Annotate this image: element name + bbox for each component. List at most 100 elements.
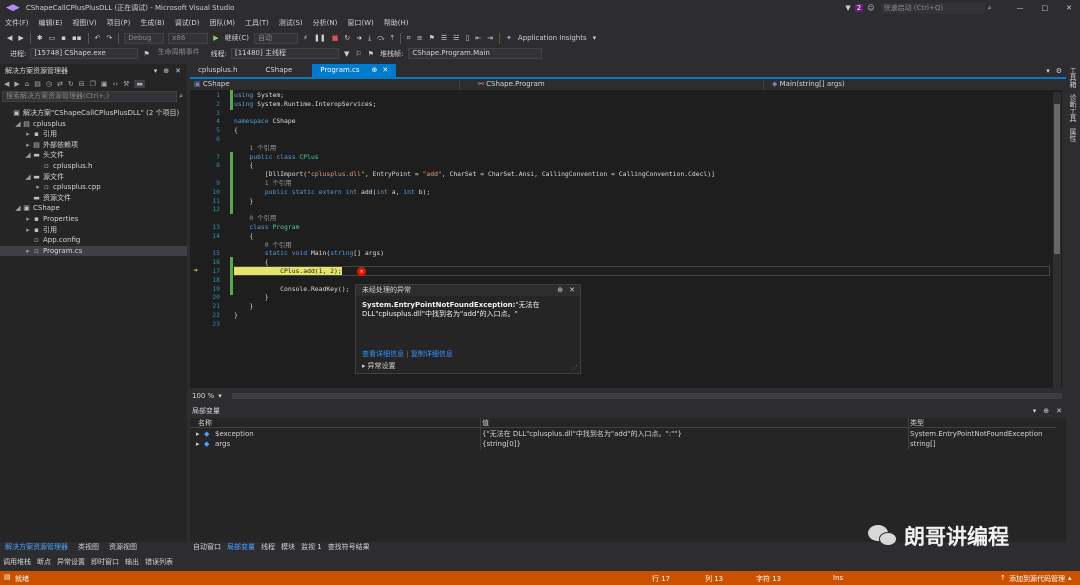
- sync-icon[interactable]: ⇄: [57, 80, 63, 88]
- lifecycle-select[interactable]: 生命周期事件: [155, 48, 207, 59]
- col-name[interactable]: 名称: [198, 418, 212, 428]
- expand-icon[interactable]: ▸: [24, 246, 32, 257]
- col-type[interactable]: 类型: [910, 418, 924, 428]
- diagnostic-tools-tab[interactable]: 诊断工具: [1068, 94, 1078, 122]
- flag-thread-icon[interactable]: ⚐: [352, 50, 364, 58]
- filter-icon[interactable]: ▼: [341, 50, 352, 58]
- tree-item[interactable]: ▸ ▪ Properties: [0, 214, 187, 225]
- menu-window[interactable]: 窗口(W): [342, 18, 378, 28]
- tree-item[interactable]: ▫ App.config: [0, 235, 187, 246]
- show-next-icon[interactable]: ➜: [353, 34, 365, 42]
- quick-launch-input[interactable]: 快速启动 (Ctrl+Q): [880, 2, 985, 14]
- properties-icon[interactable]: ⚒: [123, 80, 129, 88]
- menu-project[interactable]: 项目(P): [102, 18, 136, 28]
- tree-item[interactable]: ◢ ▬ 头文件: [0, 150, 187, 161]
- step-into-icon[interactable]: ⤓: [365, 34, 374, 43]
- expand-icon[interactable]: ▸: [196, 440, 200, 449]
- expand-icon[interactable]: ▸: [24, 129, 32, 140]
- flag-icon[interactable]: ⚑: [426, 34, 438, 42]
- minimize-button[interactable]: —: [1017, 4, 1024, 12]
- code-editor[interactable]: 1 2 3 4 5 6 7 8 9 10 11 12 13 14 15 16 17 18 19 20 21 22 23 us…: [190, 90, 1062, 388]
- platform-select[interactable]: x86: [168, 32, 209, 44]
- exception-icon[interactable]: ✕: [357, 267, 366, 276]
- menu-team[interactable]: 团队(M): [204, 18, 240, 28]
- tab-output[interactable]: 输出: [122, 557, 142, 567]
- pin-icon[interactable]: ⊕: [163, 67, 169, 75]
- maximize-button[interactable]: □: [1042, 4, 1049, 12]
- pin-icon[interactable]: ⊕: [372, 64, 378, 77]
- close-icon[interactable]: ✕: [1056, 407, 1062, 415]
- search-icon[interactable]: ⌕: [179, 92, 183, 101]
- back-icon[interactable]: ◀: [4, 80, 9, 88]
- menu-test[interactable]: 测试(S): [274, 18, 308, 28]
- tab-cshape[interactable]: CShape: [257, 64, 300, 77]
- preview-icon[interactable]: ▬: [134, 79, 146, 88]
- next-bookmark-icon[interactable]: ⇥: [484, 34, 496, 42]
- pin-icon[interactable]: ⊕: [1043, 407, 1049, 415]
- redo-icon[interactable]: ↷: [103, 34, 115, 42]
- tab-class-view[interactable]: 类视图: [73, 542, 104, 552]
- tab-autos[interactable]: 自动窗口: [190, 542, 224, 552]
- collapse-all-icon[interactable]: ⊟: [79, 80, 85, 88]
- properties-tab[interactable]: 属性: [1068, 128, 1078, 142]
- add-to-source-control[interactable]: 添加到源代码管理: [1009, 574, 1065, 584]
- code-icon[interactable]: ‹›: [113, 80, 119, 88]
- uncomment-icon[interactable]: ☱: [450, 34, 462, 42]
- comment-icon[interactable]: ☰: [438, 34, 450, 42]
- view-details-link[interactable]: 查看详细信息: [362, 350, 404, 358]
- tab-program-cs[interactable]: Program.cs ⊕ ✕: [312, 64, 397, 77]
- feedback-icon[interactable]: ☺: [867, 4, 874, 12]
- continue-icon[interactable]: ▶: [210, 34, 221, 42]
- chevron-up-icon[interactable]: ▴: [1068, 574, 1072, 582]
- horizontal-scrollbar[interactable]: [231, 393, 1062, 399]
- tab-list-icon[interactable]: ▾: [1046, 67, 1050, 75]
- toolbox-tab[interactable]: 工具箱: [1068, 67, 1078, 88]
- filter-icon[interactable]: ▼: [845, 4, 850, 12]
- app-insights-button[interactable]: Application Insights: [515, 34, 590, 42]
- switch-view-icon[interactable]: ▤: [34, 80, 41, 88]
- back-icon[interactable]: ◀: [4, 34, 15, 42]
- expand-icon[interactable]: ◢: [24, 172, 32, 183]
- tab-locals[interactable]: 局部变量: [224, 542, 258, 552]
- thread-select[interactable]: [11480] 主线程: [231, 48, 339, 59]
- tree-item[interactable]: ▸ ▤ 外部依赖项: [0, 140, 187, 151]
- app-insights-icon[interactable]: ✦: [503, 34, 515, 42]
- locals-row[interactable]: ▸ ◆ args {string[0]} string[]: [190, 440, 1056, 449]
- step-over-icon[interactable]: ⤼: [374, 34, 387, 43]
- pending-changes-icon[interactable]: ◷: [46, 80, 52, 88]
- close-icon[interactable]: ✕: [175, 67, 181, 75]
- type-nav[interactable]: ⚯ CShape.Program: [460, 79, 764, 90]
- hot-reload-icon[interactable]: ⚡: [300, 34, 311, 42]
- thread-filter-icon[interactable]: ⚑: [365, 50, 377, 58]
- tab-watch-1[interactable]: 监视 1: [298, 542, 325, 552]
- step-out-icon[interactable]: ⤒: [388, 34, 397, 43]
- break-all-icon[interactable]: ❚❚: [311, 34, 329, 42]
- zoom-level[interactable]: 100 %: [192, 392, 214, 400]
- expand-icon[interactable]: ◢: [14, 203, 22, 214]
- tab-error-list[interactable]: 错误列表: [142, 557, 176, 567]
- tree-item[interactable]: ▣ 解决方案"CShapeCallCPlusPlusDLL" (2 个项目): [0, 108, 187, 119]
- continue-button[interactable]: 继续(C): [222, 33, 252, 43]
- solution-search-input[interactable]: 搜索解决方案资源管理器(Ctrl+;): [2, 91, 178, 102]
- notification-badge[interactable]: 2: [854, 4, 864, 12]
- tree-item[interactable]: ◢ ▣ CShape: [0, 203, 187, 214]
- tab-threads[interactable]: 线程: [258, 542, 278, 552]
- open-file-icon[interactable]: ▭: [46, 34, 59, 42]
- exception-settings[interactable]: ▸ 异常设置: [362, 361, 396, 371]
- tree-item[interactable]: ▸ ▪ 引用: [0, 225, 187, 236]
- resize-grip-icon[interactable]: ⋰: [571, 364, 578, 372]
- expand-icon[interactable]: ▸: [24, 225, 32, 236]
- member-nav[interactable]: ◈ Main(string[] args): [764, 79, 1066, 90]
- menu-edit[interactable]: 编辑(E): [34, 18, 68, 28]
- prev-bookmark-icon[interactable]: ⇤: [472, 34, 484, 42]
- stack-select[interactable]: CShape.Program.Main: [408, 48, 543, 59]
- hex-icon[interactable]: ⌗: [404, 34, 414, 43]
- tree-item[interactable]: ▸ ▫ Program.cs: [0, 245, 187, 257]
- zoom-dropdown-icon[interactable]: ▾: [218, 392, 222, 400]
- menu-help[interactable]: 帮助(H): [379, 18, 414, 28]
- editor-scrollbar[interactable]: [1053, 92, 1061, 388]
- project-nav[interactable]: ▣ CShape: [190, 79, 460, 90]
- tree-item[interactable]: ▸ ▫ cplusplus.cpp: [0, 182, 187, 193]
- menu-tools[interactable]: 工具(T): [240, 18, 274, 28]
- tree-item[interactable]: ◢ ▤ cplusplus: [0, 119, 187, 130]
